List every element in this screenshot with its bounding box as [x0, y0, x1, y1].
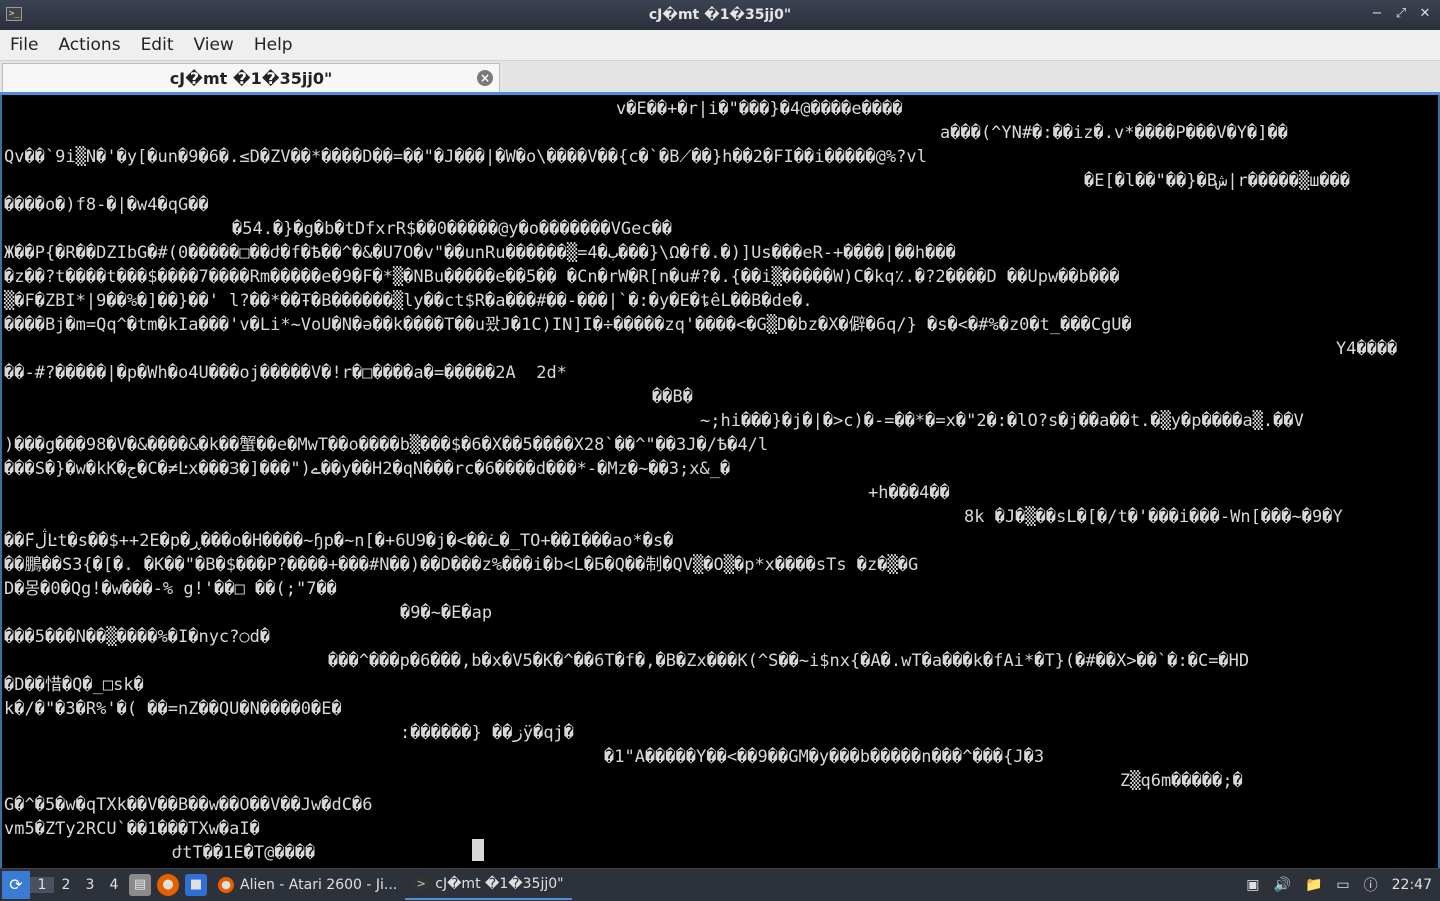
task-firefox-label: Alien - Atari 2600 - Ji...	[240, 877, 398, 893]
terminal-line: ���5���N��▒����%�I�nyc?○d�	[4, 627, 271, 647]
window-title: cJ�mt �1�35jj0"	[648, 7, 792, 23]
clock[interactable]: 22:47	[1392, 877, 1432, 893]
terminal-line: �54.�}�g�b�tDfxrR$��0�����@y�o�������VGe…	[232, 219, 673, 239]
firefox-launcher-icon[interactable]: ●	[157, 874, 179, 896]
terminal-line: D�몽�0�Qg!�w���-% g!'��□ ��(;"7��	[4, 579, 337, 599]
terminal-line: ժtT��1E�T@����	[172, 843, 316, 863]
terminal-tab[interactable]: cJ�mt �1�35jj0" ×	[2, 63, 500, 92]
maximize-icon[interactable]: ⤢	[1394, 6, 1408, 21]
terminal-line: a���(^YN#�:��iz�.v*����P���V�Y�]��	[940, 123, 1288, 143]
window-titlebar: >_ cJ�mt �1�35jj0" − ⤢ ✕	[0, 0, 1440, 30]
terminal-line: )���g���98�V�&����&�k��蟹��e�MwT��o����b▒…	[4, 435, 769, 455]
window-controls: − ⤢ ✕	[1370, 6, 1432, 21]
notification-icon[interactable]: ⓘ	[1364, 875, 1378, 895]
task-terminal-label: cJ�mt �1�35jj0"	[435, 876, 564, 892]
terminal-line: Ж��P{�R��DZIbG�#(0�����□��ժ�f�Ѣ��^�&�U7O…	[4, 243, 956, 263]
workspace-3[interactable]: 3	[78, 877, 102, 893]
menu-file[interactable]: File	[0, 35, 48, 55]
terminal-line: �D��惜�Q�_□sk�	[4, 675, 144, 695]
minimize-icon[interactable]: −	[1370, 6, 1384, 21]
task-firefox[interactable]: ● Alien - Atari 2600 - Ji...	[210, 870, 405, 900]
close-icon[interactable]: ✕	[1418, 6, 1432, 21]
terminal-cursor	[472, 839, 484, 861]
clipboard-icon[interactable]: ▣	[1246, 877, 1259, 893]
task-terminal[interactable]: > cJ�mt �1�35jj0"	[405, 870, 572, 900]
terminal-line: ~;hi���}�j�|�>c)�-=��*�=x�"2�:�lO?s�j��a…	[700, 411, 1304, 431]
menu-view[interactable]: View	[183, 35, 243, 55]
terminal-line: ����o�)f8-�|�w4�qG��	[4, 195, 209, 215]
tab-close-icon[interactable]: ×	[477, 70, 493, 86]
tab-bar: cJ�mt �1�35jj0" ×	[0, 61, 1440, 94]
menu-actions[interactable]: Actions	[48, 35, 130, 55]
workspace-1[interactable]: 1	[30, 877, 54, 893]
folder-icon[interactable]: 📁	[1305, 877, 1322, 893]
firefox-icon: ●	[218, 877, 234, 893]
terminal-line: vm5�ZƬy2RCU`��1���TXw�aI�	[4, 819, 260, 839]
terminal-line: �z��?t����t���$����7����Rm�����e�9�F�*▒�…	[4, 267, 1120, 287]
terminal-line: ��-#?�����|�p�Wh�o4U���oj�����V�!r�□����…	[4, 363, 567, 383]
terminal-line: k�/�"�3�R%'�( ��=nZ��QU�N����0�E�	[4, 699, 342, 719]
terminal-app-icon: >_	[6, 7, 22, 21]
file-manager-icon[interactable]: ▤	[129, 874, 151, 896]
terminal-line: ����Bj�m=Qq^�tm�kIa���'v�Li*~VoU�N�ə��k�…	[4, 315, 1132, 335]
terminal-line: +h���4��	[868, 483, 950, 503]
terminal-line: ���^���p�6���,b�x�V5�K�^��6T�f�,�B�Zx���…	[328, 651, 1250, 671]
terminal-line: ��Fڷ̆Ŀt�s��$++2E�p�ڕ���o�H����~ɧp�~n[�+6…	[4, 531, 674, 551]
terminal-line: ���S�}�w�kK�ج�C�≠Ŀx���Ɜ�]���")ے��y��H2�q…	[4, 459, 731, 479]
terminal-line: ▒�F�ZBI*|9��%�]��}��' l?��*��Ŧ�B������▒l…	[4, 291, 813, 311]
taskbar: ⟳ 1 2 3 4 ▤ ● ■ ● Alien - Atari 2600 - J…	[0, 868, 1440, 901]
network-icon[interactable]: ▭	[1336, 877, 1349, 893]
terminal-icon: >	[413, 876, 430, 892]
terminal-output[interactable]: v�E��+�r|i�"���}�4@����e���� a���(^YN#�:�…	[0, 95, 1440, 868]
system-tray: ▣ 🔊 📁 ▭ ⓘ 22:47	[1246, 875, 1440, 895]
desktop-icon[interactable]: ■	[185, 874, 207, 896]
menu-help[interactable]: Help	[244, 35, 303, 55]
terminal-line: Qv��`9i▒N�'�y[�un�9�6�.≤D�ZV��*����D��=�…	[4, 147, 927, 167]
terminal-line: v�E��+�r|i�"���}�4@����e����	[616, 99, 903, 119]
terminal-line: ��B�	[652, 387, 693, 407]
terminal-line: G�^�5�w�qTXk��V��B��w��O��V��Jw�dC�6	[4, 795, 373, 815]
terminal-line: ��鵬��S3{�[�. �K��"�B�$���P?����+���#N��)…	[4, 555, 919, 575]
terminal-line: 8k �J�▒��sL�[�/t�'���i���-Wn[���~�9�Y	[964, 507, 1343, 527]
start-menu-icon[interactable]: ⟳	[2, 871, 30, 899]
terminal-line: �1"A�����Y��<��9��GM�y���b�����n���^���{…	[604, 747, 1045, 767]
workspace-2[interactable]: 2	[54, 877, 78, 893]
terminal-line: �E[�l��"��}�Bش|r�����▒ш���	[1084, 171, 1351, 191]
terminal-line: Y4����	[1336, 339, 1398, 359]
menubar: File Actions Edit View Help	[0, 30, 1440, 61]
menu-edit[interactable]: Edit	[131, 35, 184, 55]
terminal-line: Z▒q6m�����;�	[1120, 771, 1243, 791]
volume-icon[interactable]: 🔊	[1274, 877, 1291, 893]
tab-label: cJ�mt �1�35jj0"	[169, 68, 333, 88]
terminal-line: �9�~�E�ap	[400, 603, 493, 623]
terminal-line: :������} ��زÿ�qj�	[400, 723, 575, 743]
workspace-4[interactable]: 4	[102, 877, 126, 893]
